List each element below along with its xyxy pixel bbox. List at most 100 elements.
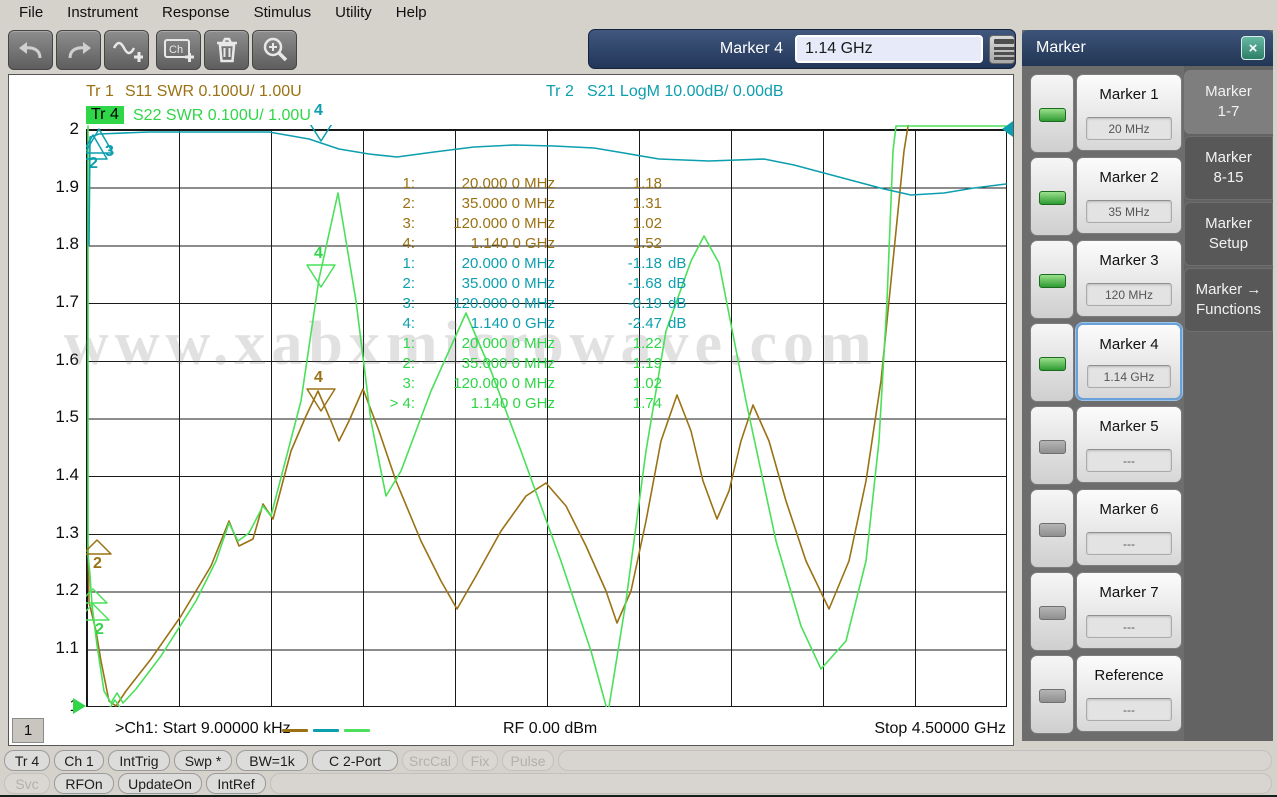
redo-icon bbox=[64, 37, 94, 63]
tab-label: Setup bbox=[1185, 234, 1272, 254]
vna-application-window: File Instrument Response Stimulus Utilit… bbox=[0, 0, 1277, 797]
marker2-label: Marker 2 bbox=[1077, 169, 1181, 186]
menu-utility[interactable]: Utility bbox=[324, 2, 383, 23]
menu-instrument[interactable]: Instrument bbox=[56, 2, 149, 23]
marker6-value: --- bbox=[1086, 532, 1172, 555]
marker3-button[interactable]: Marker 3120 MHz bbox=[1076, 240, 1182, 317]
zoom-button[interactable] bbox=[252, 30, 297, 70]
marker1-led bbox=[1039, 108, 1066, 122]
status-intref-button[interactable]: IntRef bbox=[206, 773, 266, 794]
add-channel-button[interactable]: Ch bbox=[156, 30, 201, 70]
tab-marker-8-15[interactable]: Marker8-15 bbox=[1184, 136, 1273, 200]
marker2-flag-tr4: 2 bbox=[95, 621, 104, 639]
status-swp-button[interactable]: Swp * bbox=[174, 750, 232, 771]
marker-entry-bar: Marker 4 bbox=[588, 29, 1016, 69]
marker-panel-header: Marker × bbox=[1022, 30, 1273, 66]
tab-label: Marker bbox=[1185, 214, 1272, 234]
marker2-toggle[interactable] bbox=[1030, 157, 1074, 236]
status-bw-button[interactable]: BW=1k bbox=[236, 750, 308, 771]
marker3-label: Marker 3 bbox=[1077, 252, 1181, 269]
close-icon: × bbox=[1249, 40, 1258, 57]
marker-panel-tabs: Marker1-7 Marker8-15 MarkerSetup Marker … bbox=[1184, 66, 1273, 741]
reference-toggle[interactable] bbox=[1030, 655, 1074, 734]
trace2-legend-dash bbox=[313, 729, 339, 732]
status-srccal-button: SrcCal bbox=[402, 750, 458, 771]
status-cal-2port-button[interactable]: C 2-Port bbox=[312, 750, 398, 771]
add-trace-button[interactable] bbox=[104, 30, 149, 70]
status-rfon-button[interactable]: RFOn bbox=[54, 773, 114, 794]
keypad-icon[interactable] bbox=[989, 35, 1015, 64]
reference-label: Reference bbox=[1077, 667, 1181, 684]
zoom-icon bbox=[261, 36, 289, 64]
marker-frequency-input[interactable] bbox=[795, 35, 983, 63]
marker7-toggle[interactable] bbox=[1030, 572, 1074, 651]
marker6-label: Marker 6 bbox=[1077, 501, 1181, 518]
menu-response[interactable]: Response bbox=[151, 2, 241, 23]
tab-marker-setup[interactable]: MarkerSetup bbox=[1184, 202, 1273, 266]
status-svc-button: Svc bbox=[4, 773, 50, 794]
marker5-toggle[interactable] bbox=[1030, 406, 1074, 485]
stop-frequency-text: Stop 4.50000 GHz bbox=[769, 720, 1006, 738]
tab-label: 8-15 bbox=[1185, 168, 1272, 188]
svg-text:Ch: Ch bbox=[169, 44, 183, 56]
marker2-flag-tr1: 2 bbox=[93, 555, 102, 573]
status-tr4-button[interactable]: Tr 4 bbox=[4, 750, 50, 771]
marker7-value: --- bbox=[1086, 615, 1172, 638]
status-pulse-button: Pulse bbox=[502, 750, 554, 771]
marker4-button[interactable]: Marker 4 1.14 GHz bbox=[1076, 323, 1182, 400]
marker4-label: Marker 4 bbox=[1078, 336, 1180, 353]
marker1-triangle-tr4 bbox=[79, 589, 107, 603]
marker3-toggle[interactable] bbox=[1030, 240, 1074, 319]
tab-marker-functions[interactable]: Marker →Functions bbox=[1184, 268, 1273, 332]
marker1-toggle[interactable] bbox=[1030, 74, 1074, 153]
marker3-led bbox=[1039, 274, 1066, 288]
marker5-label: Marker 5 bbox=[1077, 418, 1181, 435]
status-updateon-button[interactable]: UpdateOn bbox=[118, 773, 202, 794]
rf-power-text: RF 0.00 dBm bbox=[503, 720, 597, 738]
marker2-button[interactable]: Marker 235 MHz bbox=[1076, 157, 1182, 234]
reference-led bbox=[1039, 689, 1066, 703]
status-ch1-button[interactable]: Ch 1 bbox=[54, 750, 104, 771]
menu-help[interactable]: Help bbox=[385, 2, 438, 23]
redo-button[interactable] bbox=[56, 30, 101, 70]
marker1-value: 20 MHz bbox=[1086, 117, 1172, 140]
marker4-triangle-tr1 bbox=[307, 389, 335, 411]
menu-stimulus[interactable]: Stimulus bbox=[243, 2, 323, 23]
marker6-toggle[interactable] bbox=[1030, 489, 1074, 568]
marker5-button[interactable]: Marker 5--- bbox=[1076, 406, 1182, 483]
marker1-label: Marker 1 bbox=[1077, 86, 1181, 103]
undo-icon bbox=[16, 37, 46, 63]
marker1-button[interactable]: Marker 1 20 MHz bbox=[1076, 74, 1182, 151]
tab-marker-1-7[interactable]: Marker1-7 bbox=[1184, 70, 1273, 134]
marker7-led bbox=[1039, 606, 1066, 620]
trace4-legend-dash bbox=[344, 729, 370, 732]
marker4-value: 1.14 GHz bbox=[1087, 365, 1171, 388]
undo-button[interactable] bbox=[8, 30, 53, 70]
marker6-led bbox=[1039, 523, 1066, 537]
marker7-button[interactable]: Marker 7 --- bbox=[1076, 572, 1182, 649]
marker-entry-label: Marker 4 bbox=[719, 40, 783, 58]
tab-label: 1-7 bbox=[1184, 102, 1273, 122]
add-channel-icon: Ch bbox=[163, 36, 195, 64]
marker4-flag-tr4: 4 bbox=[314, 245, 323, 263]
ref-level-arrow-logm bbox=[1002, 121, 1013, 137]
marker-panel: Marker × Marker 1 20 MHz Marker 235 MHz M… bbox=[1022, 30, 1273, 741]
reference-value: --- bbox=[1086, 698, 1172, 721]
status-fix-button: Fix bbox=[462, 750, 498, 771]
marker4-flag-tr2: 4 bbox=[314, 102, 323, 120]
channel-number-badge[interactable]: 1 bbox=[12, 718, 44, 743]
marker5-led bbox=[1039, 440, 1066, 454]
ref-level-arrow-swr bbox=[73, 698, 86, 714]
delete-button[interactable] bbox=[204, 30, 249, 70]
close-panel-button[interactable]: × bbox=[1241, 36, 1265, 60]
menu-file[interactable]: File bbox=[8, 2, 54, 23]
status-inttrig-button[interactable]: IntTrig bbox=[108, 750, 170, 771]
marker4-flag-tr1: 4 bbox=[314, 369, 323, 387]
marker6-button[interactable]: Marker 6 --- bbox=[1076, 489, 1182, 566]
tab-label: Marker bbox=[1184, 82, 1273, 102]
add-trace-icon bbox=[111, 36, 143, 64]
reference-button[interactable]: Reference --- bbox=[1076, 655, 1182, 732]
tab-label: Functions bbox=[1185, 300, 1272, 320]
chart-area: Tr 1 S11 SWR 0.100U/ 1.00U Tr 2 S21 LogM… bbox=[8, 74, 1014, 746]
marker7-label: Marker 7 bbox=[1077, 584, 1181, 601]
